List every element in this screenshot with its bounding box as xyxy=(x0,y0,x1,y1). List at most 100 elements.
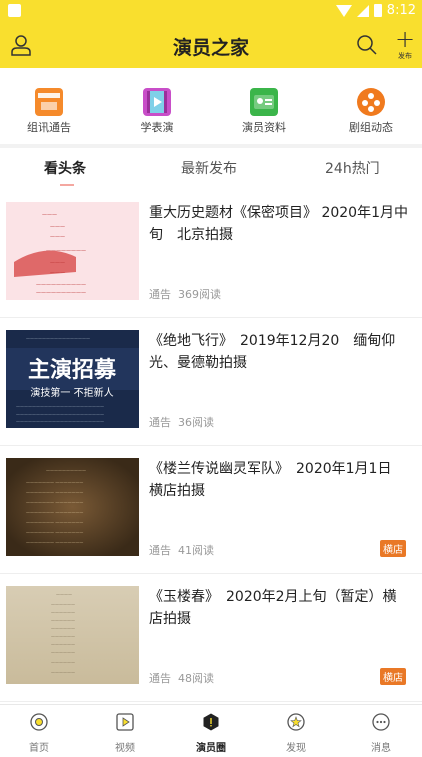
nav-discover[interactable]: 发现 xyxy=(266,713,326,754)
svg-text:————: ———— xyxy=(56,592,72,597)
feed-title: 重大历史题材《保密项目》 2020年1月中旬 北京拍摄 xyxy=(149,205,408,243)
film-strip-icon xyxy=(143,88,171,116)
wifi-icon xyxy=(335,4,352,17)
film-notice-icon xyxy=(35,88,63,116)
tab-hot[interactable]: 24h热门 xyxy=(325,158,380,178)
quick-action-label: 学表演 xyxy=(140,121,174,134)
svg-text:——————————————————————: —————————————————————— xyxy=(16,404,104,409)
svg-text:——————— ———————: ——————— ——————— xyxy=(26,540,83,545)
feed-title: 《玉楼春》 2020年2月上旬（暂定）横店拍摄 xyxy=(149,589,397,627)
nav-label: 首页 xyxy=(29,743,49,754)
app-header: 演员之家 + 发布 xyxy=(0,24,422,68)
quick-action-notice[interactable]: 组讯通告 xyxy=(7,88,91,135)
quick-actions: 组讯通告 学表演 演员资料 剧组动态 xyxy=(0,68,422,146)
actor-circle-icon xyxy=(203,713,219,731)
feed-meta: 通告 48阅读 xyxy=(149,670,214,686)
profile-card-icon xyxy=(250,88,278,116)
feed-reads: 36阅读 xyxy=(178,416,214,429)
search-icon[interactable] xyxy=(356,34,378,56)
quick-action-label: 组讯通告 xyxy=(27,121,71,134)
home-circle-icon xyxy=(30,713,48,731)
feed-meta: 通告 41阅读 xyxy=(149,542,214,558)
svg-text:——————————: —————————— xyxy=(36,282,86,288)
feed-reads: 369阅读 xyxy=(178,288,221,301)
feed-meta: 通告 369阅读 xyxy=(149,286,221,302)
tab-latest[interactable]: 最新发布 xyxy=(181,158,237,178)
tab-headlines[interactable]: 看头条 xyxy=(44,158,86,178)
quick-action-dynamics[interactable]: 剧组动态 xyxy=(329,88,413,135)
svg-text:——————————————————————: —————————————————————— xyxy=(16,412,104,417)
app-notification-icon xyxy=(8,4,21,17)
svg-text:——————: —————— xyxy=(51,650,75,655)
discover-star-icon xyxy=(287,713,305,731)
svg-text:——————: —————— xyxy=(51,602,75,607)
svg-text:———: ——— xyxy=(50,270,65,276)
svg-text:——————: —————— xyxy=(51,634,75,639)
publish-button[interactable]: + 发布 xyxy=(392,27,418,65)
svg-text:———: ——— xyxy=(42,212,57,218)
nav-label: 发现 xyxy=(286,743,306,754)
svg-text:——————: —————— xyxy=(51,610,75,615)
message-bubble-icon xyxy=(372,713,390,731)
svg-text:——————— ———————: ——————— ——————— xyxy=(26,520,83,525)
feed-meta: 通告 36阅读 xyxy=(149,414,214,430)
feed-item[interactable]: —————————— ——————— ——————— ——————— —————… xyxy=(0,446,422,574)
nav-messages[interactable]: 消息 xyxy=(351,713,411,754)
svg-text:———: ——— xyxy=(50,234,65,240)
feed-item[interactable]: ——— ——— ——— ———————— ——— ——— —————————— … xyxy=(0,190,422,318)
thumbnail-heading: 主演招募 xyxy=(28,357,117,383)
feed-tabs: 看头条 最新发布 24h热门 xyxy=(0,148,422,190)
quick-action-learn[interactable]: 学表演 xyxy=(115,88,199,135)
svg-text:——————: —————— xyxy=(51,642,75,647)
feed-category: 通告 xyxy=(149,544,171,557)
svg-text:———: ——— xyxy=(50,260,65,266)
thumbnail-subheading: 演技第一 不拒新人 xyxy=(30,386,113,399)
active-tab-indicator xyxy=(60,184,74,186)
feed-thumbnail: ———— —————— —————— —————— —————— —————— … xyxy=(6,586,139,684)
quick-action-label: 演员资料 xyxy=(242,121,286,134)
svg-text:——————— ———————: ——————— ——————— xyxy=(26,530,83,535)
feed-reads: 41阅读 xyxy=(178,544,214,557)
nav-label: 视频 xyxy=(115,743,135,754)
svg-text:———: ——— xyxy=(50,224,65,230)
status-bar: 8:12 xyxy=(0,0,422,24)
feed-thumbnail: 主演招募 演技第一 不拒新人 ———————————————— ————————… xyxy=(6,330,139,428)
feed-reads: 48阅读 xyxy=(178,672,214,685)
svg-text:——————— ———————: ——————— ——————— xyxy=(26,510,83,515)
feed-item[interactable]: ———— —————— —————— —————— —————— —————— … xyxy=(0,574,422,702)
plus-icon: + xyxy=(394,25,416,53)
svg-text:——————————: —————————— xyxy=(36,290,86,296)
quick-action-label: 剧组动态 xyxy=(349,121,393,134)
svg-text:——————— ———————: ——————— ——————— xyxy=(26,500,83,505)
svg-text:——————: —————— xyxy=(51,660,75,665)
feed-thumbnail: ——— ——— ——— ———————— ——— ——— —————————— … xyxy=(6,202,139,300)
battery-icon xyxy=(373,4,382,17)
svg-text:——————— ———————: ——————— ——————— xyxy=(26,490,83,495)
nav-label: 演员圈 xyxy=(196,743,226,754)
feed-category: 通告 xyxy=(149,288,171,301)
nav-video[interactable]: 视频 xyxy=(95,713,155,754)
svg-text:————————————————: ———————————————— xyxy=(26,336,90,341)
status-right: 8:12 xyxy=(335,3,416,18)
svg-text:——————: —————— xyxy=(51,626,75,631)
bottom-nav: 首页 视频 演员圈 发现 消息 xyxy=(0,704,422,757)
film-reel-icon xyxy=(357,88,385,116)
svg-text:——————— ———————: ——————— ——————— xyxy=(26,480,83,485)
location-tag: 横店 xyxy=(380,540,406,557)
nav-home[interactable]: 首页 xyxy=(9,713,69,754)
svg-text:——————: —————— xyxy=(51,618,75,623)
quick-action-profile[interactable]: 演员资料 xyxy=(222,88,306,135)
signal-icon xyxy=(356,4,369,17)
nav-actor-circle[interactable]: 演员圈 xyxy=(181,713,241,754)
video-play-icon xyxy=(116,713,134,731)
feed-item[interactable]: 主演招募 演技第一 不拒新人 ———————————————— ————————… xyxy=(0,318,422,446)
nav-label: 消息 xyxy=(371,743,391,754)
status-time: 8:12 xyxy=(386,3,416,18)
feed-category: 通告 xyxy=(149,672,171,685)
svg-text:——————————: —————————— xyxy=(46,468,86,473)
location-tag: 横店 xyxy=(380,668,406,685)
svg-text:——————————————————————: —————————————————————— xyxy=(16,419,104,424)
feed-category: 通告 xyxy=(149,416,171,429)
svg-text:————————: ———————— xyxy=(46,248,86,254)
feed-title: 《楼兰传说幽灵军队》 2020年1月1日 横店拍摄 xyxy=(149,461,406,499)
